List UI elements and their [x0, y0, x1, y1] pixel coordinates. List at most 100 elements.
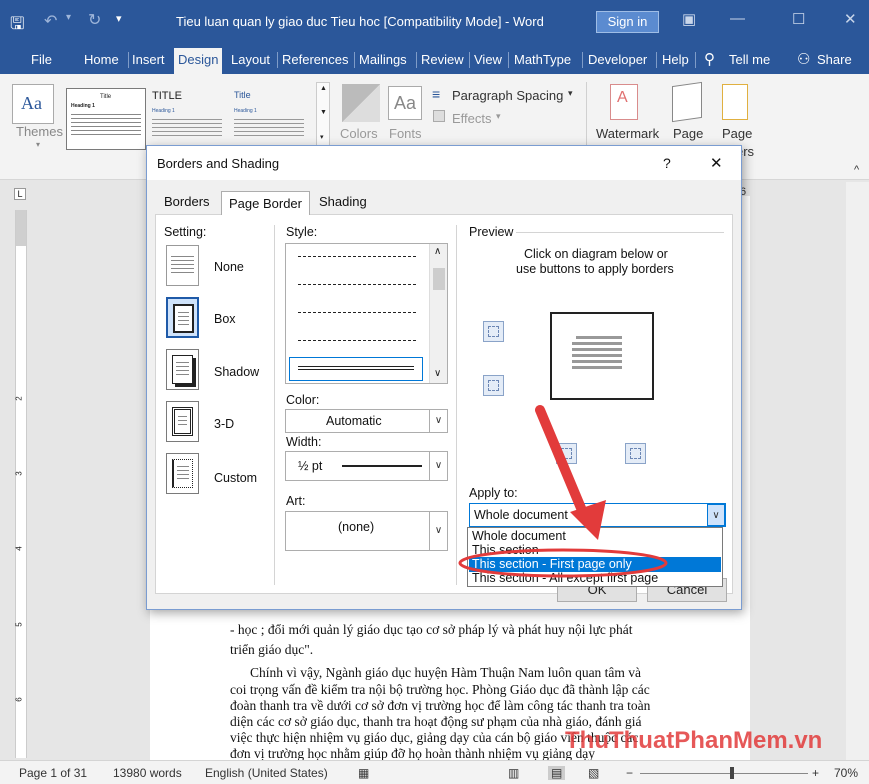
watermark-button[interactable]: Watermark [596, 126, 659, 141]
apply-to-dropdown[interactable]: Whole document ∨ [469, 503, 726, 527]
apply-option[interactable]: This section - All except first page [469, 571, 721, 586]
zoom-out-icon[interactable]: − [626, 766, 633, 780]
effects-icon[interactable] [433, 110, 445, 122]
style-item[interactable] [298, 284, 416, 285]
close-icon[interactable]: ✕ [844, 10, 857, 28]
left-border-button[interactable] [556, 443, 577, 464]
tab-layout[interactable]: Layout [231, 52, 270, 67]
lightbulb-icon[interactable]: ⚲ [704, 50, 715, 68]
zoom-slider[interactable] [640, 773, 808, 774]
setting-custom-icon[interactable] [166, 453, 199, 494]
setting-shadow-icon[interactable] [166, 349, 199, 390]
themes-dropdown-icon[interactable]: ▾ [36, 140, 40, 149]
setting-none-icon[interactable] [166, 245, 199, 286]
bottom-border-button[interactable] [483, 375, 504, 396]
ribbon-display-icon[interactable]: ▣ [682, 10, 696, 28]
fonts-label[interactable]: Fonts [389, 126, 422, 141]
tab-insert[interactable]: Insert [132, 52, 165, 67]
apply-option-selected[interactable]: This section - First page only [469, 557, 721, 572]
style-item-selected[interactable] [289, 357, 423, 381]
share-icon[interactable]: ⚇ [797, 50, 810, 68]
paragraph-spacing-button[interactable]: Paragraph Spacing [452, 88, 563, 103]
style-list[interactable]: ∧ ∨ [285, 243, 448, 384]
color-dropdown[interactable]: Automatic ∨ [285, 409, 448, 433]
tab-home[interactable]: Home [84, 52, 119, 67]
undo-dropdown-icon[interactable]: ▾ [66, 12, 71, 23]
minimize-icon[interactable]: — [730, 10, 745, 27]
tab-help[interactable]: Help [662, 52, 689, 67]
page-borders-button[interactable]: Page [722, 126, 752, 141]
page-count[interactable]: Page 1 of 31 [19, 766, 87, 780]
tab-mathtype[interactable]: MathType [514, 52, 571, 67]
language[interactable]: English (United States) [205, 766, 328, 780]
setting-custom-label[interactable]: Custom [214, 471, 257, 485]
zoom-in-icon[interactable]: + [812, 766, 819, 780]
style-gallery-item-2[interactable]: TITLE Heading 1 [150, 88, 228, 150]
colors-icon[interactable] [342, 84, 380, 122]
page-color-button[interactable]: Page [673, 126, 703, 141]
dialog-title-bar[interactable]: Borders and Shading ? ✕ [147, 146, 741, 180]
art-dropdown[interactable]: (none) ∨ [285, 511, 448, 551]
tab-shading[interactable]: Shading [319, 194, 367, 209]
tab-developer[interactable]: Developer [588, 52, 647, 67]
style-item[interactable] [298, 256, 416, 257]
tab-file[interactable]: File [31, 52, 52, 67]
vertical-scrollbar[interactable] [846, 182, 869, 760]
page-borders-icon[interactable] [722, 84, 748, 120]
style-gallery-item-1[interactable]: Title Heading 1 [66, 88, 146, 150]
colors-label[interactable]: Colors [340, 126, 378, 141]
undo-icon[interactable]: ↶ [44, 11, 57, 31]
setting-shadow-label[interactable]: Shadow [214, 365, 259, 379]
redo-icon[interactable]: ↻ [88, 10, 101, 30]
tab-borders[interactable]: Borders [164, 194, 210, 209]
fonts-icon[interactable]: Aa [388, 86, 422, 120]
customize-qat-icon[interactable]: ▾ [116, 12, 122, 25]
watermark-icon[interactable]: A [610, 84, 638, 120]
setting-box-label[interactable]: Box [214, 312, 236, 326]
preview-diagram[interactable] [550, 312, 654, 400]
chevron-down-icon[interactable]: ∨ [707, 504, 725, 526]
style-item[interactable] [298, 340, 416, 341]
setting-none-label[interactable]: None [214, 260, 244, 274]
style-list-scrollbar[interactable]: ∧ ∨ [429, 244, 447, 383]
tab-selector-icon[interactable]: L [14, 188, 26, 200]
chevron-down-icon[interactable]: ∨ [429, 410, 447, 432]
effects-dropdown-icon[interactable]: ▾ [496, 111, 501, 122]
effects-button[interactable]: Effects [452, 111, 492, 126]
tab-review[interactable]: Review [421, 52, 464, 67]
chevron-down-icon[interactable]: ∨ [429, 512, 447, 550]
dialog-close-button[interactable]: ✕ [710, 154, 723, 172]
setting-box-icon[interactable] [166, 297, 199, 338]
apply-option[interactable]: This section [469, 543, 721, 558]
tab-mailings[interactable]: Mailings [359, 52, 407, 67]
page-color-icon[interactable] [672, 81, 702, 123]
setting-3d-label[interactable]: 3-D [214, 417, 234, 431]
word-count[interactable]: 13980 words [113, 766, 182, 780]
print-layout-icon[interactable]: ▤ [548, 766, 566, 780]
save-icon[interactable]: 🖫 [10, 11, 24, 40]
maximize-icon[interactable]: ☐ [792, 10, 805, 28]
tell-me-search[interactable]: Tell me [729, 52, 770, 67]
share-button[interactable]: Share [817, 52, 852, 67]
themes-label[interactable]: Themes [16, 124, 63, 139]
tab-design[interactable]: Design [174, 48, 223, 74]
apply-option[interactable]: Whole document [469, 529, 721, 544]
collapse-ribbon-icon[interactable]: ^ [854, 164, 859, 176]
read-mode-icon[interactable]: ▥ [508, 766, 519, 780]
sign-in-button[interactable]: Sign in [596, 11, 659, 33]
paragraph-spacing-icon[interactable]: ≡ [432, 86, 440, 102]
chevron-down-icon[interactable]: ∨ [429, 452, 447, 480]
help-button[interactable]: ? [663, 155, 671, 171]
tab-view[interactable]: View [474, 52, 502, 67]
proofing-icon[interactable]: ▦ [358, 766, 369, 780]
right-border-button[interactable] [625, 443, 646, 464]
zoom-slider-thumb[interactable] [730, 767, 734, 779]
web-layout-icon[interactable]: ▧ [588, 766, 599, 780]
paragraph-spacing-dropdown-icon[interactable]: ▾ [568, 88, 573, 99]
style-gallery-item-3[interactable]: Title Heading 1 [232, 88, 310, 150]
gallery-scroll[interactable]: ▲ ▼ ▾ [316, 82, 330, 146]
tab-page-border[interactable]: Page Border [221, 191, 310, 215]
setting-3d-icon[interactable] [166, 401, 199, 442]
width-dropdown[interactable]: ½ pt ∨ [285, 451, 448, 481]
top-border-button[interactable] [483, 321, 504, 342]
